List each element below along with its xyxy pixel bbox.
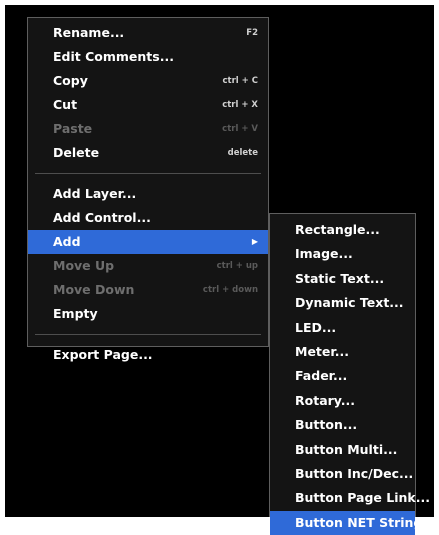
menu-item-paste: Paste ctrl + V <box>28 117 268 141</box>
menu-item-label: Button Inc/Dec... <box>295 465 414 481</box>
menu-item-label: Edit Comments... <box>53 49 174 64</box>
menu-item-shortcut: delete <box>227 148 258 158</box>
menu-item-label: Button Multi... <box>295 441 398 457</box>
submenu-item-fader[interactable]: Fader... <box>270 364 415 388</box>
menu-item-empty[interactable]: Empty <box>28 302 268 326</box>
submenu-item-static-text[interactable]: Static Text... <box>270 267 415 291</box>
submenu-item-rotary[interactable]: Rotary... <box>270 389 415 413</box>
submenu-item-dynamic-text[interactable]: Dynamic Text... <box>270 291 415 315</box>
menu-item-label: Add Layer... <box>53 186 137 201</box>
menu-separator <box>35 334 261 335</box>
menu-item-shortcut: ctrl + X <box>222 100 258 110</box>
menu-item-add-layer[interactable]: Add Layer... <box>28 182 268 206</box>
submenu-item-led[interactable]: LED... <box>270 316 415 340</box>
menu-item-shortcut: ctrl + down <box>202 285 258 295</box>
menu-item-add[interactable]: Add ▶ <box>28 230 268 254</box>
submenu-item-image[interactable]: Image... <box>270 242 415 266</box>
submenu-item-button[interactable]: Button... <box>270 413 415 437</box>
menu-item-label: Button... <box>295 417 358 433</box>
menu-item-label: Rename... <box>53 25 125 40</box>
submenu-item-button-page-link[interactable]: Button Page Link... <box>270 486 430 510</box>
menu-item-cut[interactable]: Cut ctrl + X <box>28 93 268 117</box>
submenu-item-button-net-string[interactable]: Button NET String... <box>270 510 437 535</box>
menu-item-label: Copy <box>53 73 88 88</box>
menu-item-shortcut: ctrl + C <box>222 76 259 86</box>
menu-item-label: LED... <box>295 319 337 335</box>
menu-item-label: Button Page Link... <box>295 490 430 506</box>
menu-item-add-control[interactable]: Add Control... <box>28 206 268 230</box>
menu-item-label: Meter... <box>295 343 349 359</box>
menu-item-label: Export Page... <box>53 347 153 362</box>
menu-item-label: Add <box>53 234 81 249</box>
menu-item-label: Add Control... <box>53 210 151 225</box>
submenu-item-meter[interactable]: Meter... <box>270 340 415 364</box>
menu-item-shortcut: F2 <box>246 28 258 38</box>
menu-item-label: Delete <box>53 145 100 160</box>
add-submenu: Rectangle... Image... Static Text... Dyn… <box>269 213 437 535</box>
menu-item-label: Static Text... <box>295 270 385 286</box>
menu-item-move-up: Move Up ctrl + up <box>28 254 268 278</box>
menu-item-label: Rectangle... <box>295 222 380 237</box>
submenu-item-rectangle[interactable]: Rectangle... <box>270 218 415 242</box>
menu-item-label: Move Up <box>53 258 115 273</box>
menu-item-shortcut: ctrl + up <box>216 261 258 271</box>
menu-item-shortcut: ctrl + V <box>222 124 258 134</box>
menu-item-rename[interactable]: Rename... F2 <box>28 21 268 45</box>
menu-item-label: Paste <box>53 121 93 136</box>
menu-item-label: Dynamic Text... <box>295 295 404 311</box>
menu-item-label: Rotary... <box>295 392 356 408</box>
menu-item-edit-comments[interactable]: Edit Comments... <box>28 45 268 69</box>
menu-separator <box>35 173 261 174</box>
menu-item-label: Move Down <box>53 282 135 297</box>
menu-item-label: Cut <box>53 97 78 112</box>
submenu-item-button-multi[interactable]: Button Multi... <box>270 438 415 462</box>
context-menu: Rename... F2 Edit Comments... Copy ctrl … <box>27 17 269 362</box>
menu-item-label: Image... <box>295 246 353 262</box>
menu-item-copy[interactable]: Copy ctrl + C <box>28 69 268 93</box>
menu-item-export-page[interactable]: Export Page... <box>28 343 268 367</box>
submenu-item-button-inc-dec[interactable]: Button Inc/Dec... <box>270 462 415 486</box>
menu-item-label: Fader... <box>295 368 348 384</box>
menu-item-label: Empty <box>53 306 98 321</box>
menu-item-delete[interactable]: Delete delete <box>28 141 268 165</box>
submenu-arrow-icon: ▶ <box>251 237 258 246</box>
menu-item-move-down: Move Down ctrl + down <box>28 278 268 302</box>
menu-item-label: Button NET String... <box>295 514 437 530</box>
